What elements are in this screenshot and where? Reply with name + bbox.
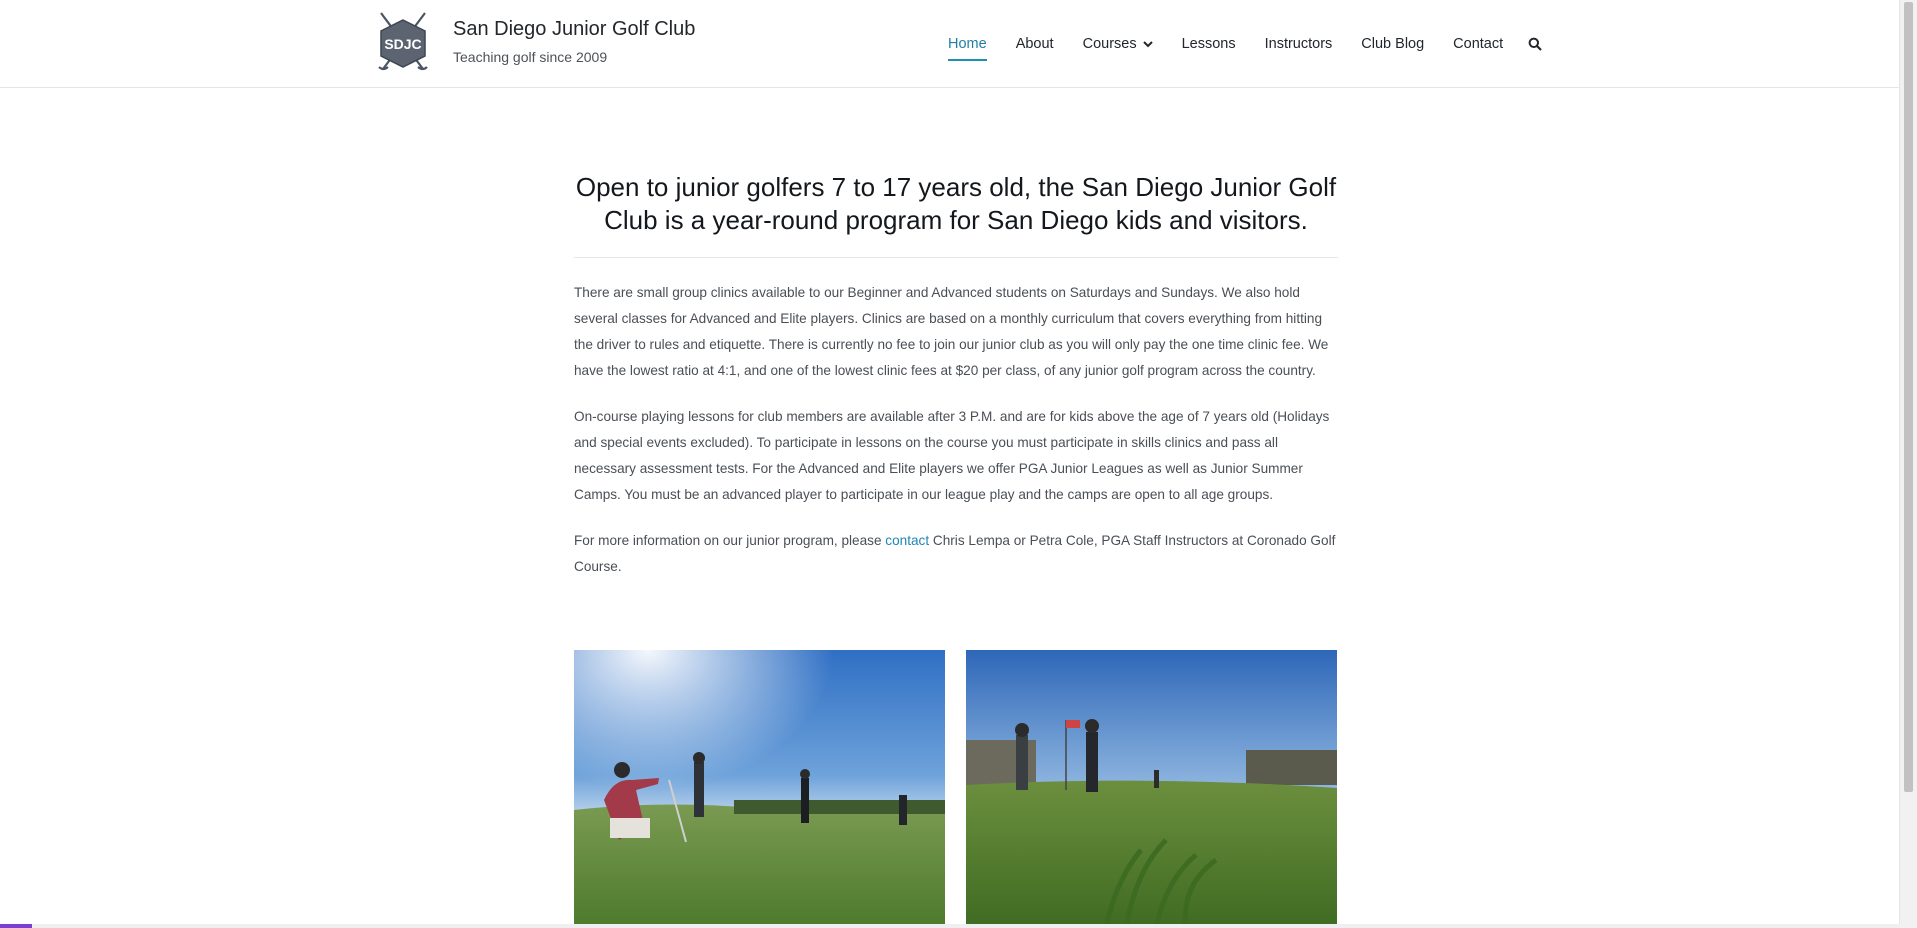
nav-lessons[interactable]: Lessons: [1182, 36, 1236, 52]
logo-text: SDJC: [384, 36, 421, 52]
main-content: Open to junior golfers 7 to 17 years old…: [574, 166, 1338, 580]
site-title[interactable]: San Diego Junior Golf Club: [453, 18, 695, 41]
contact-link[interactable]: contact: [885, 533, 929, 548]
paragraph-contact: For more information on our junior progr…: [574, 528, 1338, 580]
nav-club-blog[interactable]: Club Blog: [1361, 36, 1424, 52]
page-progress-bar: [0, 924, 1900, 928]
golf-photo-practice-range[interactable]: [966, 650, 1337, 928]
nav-instructors[interactable]: Instructors: [1265, 36, 1333, 52]
nav-courses-label: Courses: [1082, 36, 1137, 52]
page-headline: Open to junior golfers 7 to 17 years old…: [574, 166, 1338, 258]
search-icon[interactable]: [1528, 37, 1542, 51]
nav-courses[interactable]: Courses: [1083, 36, 1153, 52]
chevron-down-icon: [1142, 40, 1153, 48]
nav-home[interactable]: Home: [948, 36, 987, 61]
paragraph-clinics: There are small group clinics available …: [574, 285, 1329, 378]
progress-accent: [0, 924, 32, 928]
paragraph-contact-text: For more information on our junior progr…: [574, 533, 886, 548]
page-scrollbar[interactable]: [1899, 0, 1917, 928]
sdjc-logo[interactable]: SDJC: [375, 11, 431, 73]
site-header: SDJC San Diego Junior Golf Club Teaching…: [0, 0, 1917, 88]
golf-photo-putting-green[interactable]: [574, 650, 945, 928]
nav-about[interactable]: About: [1016, 36, 1054, 52]
nav-contact[interactable]: Contact: [1453, 36, 1503, 52]
site-tagline: Teaching golf since 2009: [453, 49, 608, 65]
paragraph-lessons: On-course playing lessons for club membe…: [574, 409, 1330, 502]
photo-gallery: [574, 650, 1338, 928]
scrollbar-thumb[interactable]: [1904, 2, 1913, 792]
main-nav: Home About Courses Lessons Instructors C…: [948, 32, 1542, 61]
